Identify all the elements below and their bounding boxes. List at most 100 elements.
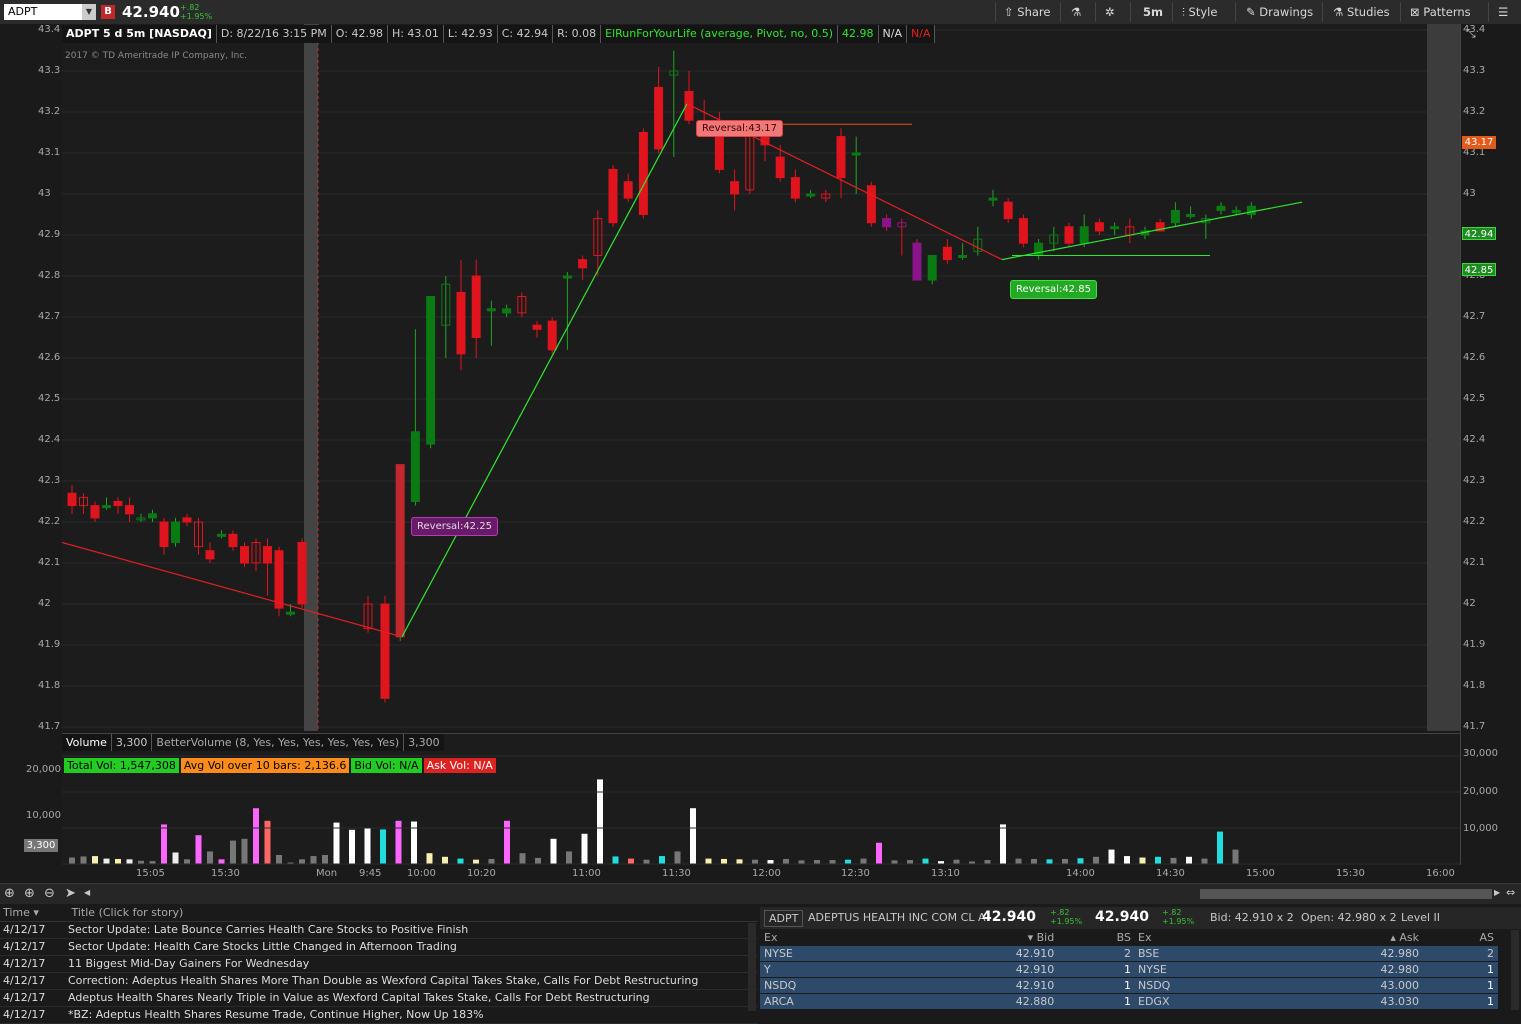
price-axis-label-left: 42 bbox=[38, 598, 51, 609]
asks-row[interactable]: EDGX 43.030 1 bbox=[1134, 993, 1498, 1010]
flask-icon[interactable]: ⚗ bbox=[1071, 4, 1081, 20]
candle-body bbox=[456, 291, 466, 355]
candle-body bbox=[1110, 226, 1120, 230]
bids-header-row: Ex ▾ Bid BS bbox=[760, 930, 1135, 946]
volume-bar bbox=[1000, 824, 1006, 864]
study-label[interactable]: ElRunForYourLife (average, Pivot, no, 0.… bbox=[601, 25, 839, 43]
bids-col-bs[interactable]: BS bbox=[1058, 930, 1135, 946]
bids-size: 1 bbox=[1058, 977, 1135, 994]
candle-body bbox=[113, 501, 123, 507]
gear-icon[interactable]: ✲ bbox=[1105, 4, 1115, 20]
asks-row[interactable]: BSE 42.980 2 bbox=[1134, 945, 1498, 962]
ask-volume: Ask Vol: N/A bbox=[423, 758, 496, 773]
buy-badge[interactable]: B bbox=[101, 5, 115, 19]
asks-col-ex[interactable]: Ex bbox=[1134, 930, 1269, 946]
crosshair-icon[interactable]: ⊕ bbox=[4, 886, 15, 901]
news-row[interactable]: 4/12/17 *BZ: Adeptus Health Shares Resume… bbox=[0, 1007, 758, 1024]
vol-axis-left: 20,000 bbox=[26, 764, 61, 775]
volume-bar bbox=[126, 859, 133, 864]
share-button[interactable]: ⇧ Share bbox=[1004, 4, 1050, 20]
last-price: 42.940 bbox=[122, 3, 180, 21]
candle-body bbox=[1094, 222, 1104, 232]
news-col-time[interactable]: Time ▾ bbox=[0, 905, 62, 921]
bids-row[interactable]: ARCA 42.880 1 bbox=[760, 993, 1135, 1010]
pointer-icon[interactable]: ➤ bbox=[65, 886, 76, 901]
bids-col-bid[interactable]: ▾ Bid bbox=[898, 930, 1059, 946]
scroll-left-icon[interactable]: ◀ bbox=[84, 888, 90, 897]
patterns-button[interactable]: ⊠ Patterns bbox=[1410, 4, 1471, 20]
news-time: 4/12/17 bbox=[3, 957, 46, 970]
zigzag-up-line bbox=[1001, 201, 1303, 261]
after-hours-shade bbox=[1427, 24, 1460, 731]
time-axis-label: 15:30 bbox=[211, 868, 240, 879]
zoom-out-icon[interactable]: ⊖ bbox=[44, 886, 55, 901]
drawings-button[interactable]: ✎ Drawings bbox=[1246, 4, 1313, 20]
volume-bar bbox=[1217, 831, 1223, 864]
level2-asks-table: Ex ▴ Ask AS BSE 42.980 2 NYSE 42.980 1 NSDQ 43.… bbox=[1134, 930, 1498, 1010]
top-toolbar: ADPT ▼ B 42.940 +.82 +1.95% ⇧ Share ⚗ ✲ … bbox=[0, 0, 1521, 25]
symbol-value: ADPT bbox=[8, 5, 38, 18]
timeframe-button[interactable]: 5m bbox=[1143, 4, 1163, 20]
chart-navigation: ⊕ ⊕ ⊖ ➤ ◀ ▶ ⇔ bbox=[0, 883, 1521, 904]
price-axis-label-right: 43.2 bbox=[1463, 106, 1486, 117]
zoom-in-icon[interactable]: ⊕ bbox=[24, 886, 35, 901]
candle-body bbox=[297, 542, 307, 605]
menu-icon[interactable]: ☰ bbox=[1498, 4, 1508, 20]
news-row[interactable]: 4/12/17 Sector Update: Late Bounce Carrie… bbox=[0, 922, 758, 939]
volume-bar bbox=[442, 856, 448, 864]
time-axis-label: 14:00 bbox=[1066, 868, 1095, 879]
news-row[interactable]: 4/12/17 Sector Update: Health Care Stocks… bbox=[0, 939, 758, 956]
level2-symbol[interactable]: ADPT bbox=[764, 910, 804, 927]
expand-horizontal-icon[interactable]: ⇔ bbox=[1506, 886, 1515, 899]
level2-tab[interactable]: Level II bbox=[1401, 911, 1440, 924]
candle-body bbox=[286, 611, 295, 615]
style-button[interactable]: ⫶ Style bbox=[1182, 4, 1217, 20]
scroll-right-icon[interactable]: ▶ bbox=[1494, 888, 1500, 897]
news-row[interactable]: 4/12/17 Correction: Adeptus Health Shares… bbox=[0, 973, 758, 990]
bids-ex: NSDQ bbox=[760, 977, 899, 994]
volume-bar bbox=[364, 828, 371, 864]
level2-scrollbar[interactable] bbox=[1511, 930, 1519, 1010]
volume-pane[interactable] bbox=[62, 733, 1460, 866]
asks-col-as[interactable]: AS bbox=[1423, 930, 1498, 946]
asks-price: 43.000 bbox=[1268, 977, 1424, 994]
toolbar-separator bbox=[1400, 2, 1401, 22]
bids-col-ex[interactable]: Ex bbox=[760, 930, 899, 946]
scrollbar-thumb[interactable] bbox=[1200, 889, 1492, 899]
volume-bar bbox=[488, 858, 495, 864]
price-axis-label-left: 42.8 bbox=[38, 270, 61, 281]
candle-body bbox=[240, 546, 249, 564]
volume-study[interactable]: BetterVolume (8, Yes, Yes, Yes, Yes, Yes… bbox=[152, 734, 405, 751]
volume-stats: Total Vol: 1,547,308 Avg Vol over 10 bar… bbox=[64, 758, 496, 773]
candle-body bbox=[380, 603, 390, 699]
level2-bid-price: 42.940 bbox=[982, 909, 1037, 925]
candle-body bbox=[988, 197, 998, 201]
symbol-input[interactable]: ADPT ▼ bbox=[4, 4, 96, 20]
candle-body bbox=[205, 550, 215, 560]
asks-ex: BSE bbox=[1134, 945, 1269, 962]
asks-row[interactable]: NYSE 42.980 1 bbox=[1134, 961, 1498, 978]
news-title: Adeptus Health Shares Nearly Triple in V… bbox=[68, 991, 650, 1004]
news-scrollbar[interactable] bbox=[748, 923, 756, 1011]
volume-bar bbox=[264, 820, 271, 864]
candle-body bbox=[775, 156, 785, 179]
symbol-dropdown-icon[interactable]: ▼ bbox=[82, 4, 96, 20]
bids-row[interactable]: Y 42.910 1 bbox=[760, 961, 1135, 978]
candle-body bbox=[1079, 226, 1089, 244]
candle-body bbox=[486, 308, 496, 312]
price-axis-label-left: 43.4 bbox=[38, 24, 61, 35]
studies-button[interactable]: ⚗ Studies bbox=[1333, 4, 1390, 20]
news-list: 4/12/17 Sector Update: Late Bounce Carrie… bbox=[0, 922, 758, 1024]
news-col-title[interactable]: Title (Click for story) bbox=[66, 905, 184, 921]
candle-body bbox=[578, 259, 588, 269]
news-row[interactable]: 4/12/17 Adeptus Health Shares Nearly Trip… bbox=[0, 990, 758, 1007]
news-title: Correction: Adeptus Health Shares More T… bbox=[68, 974, 699, 987]
asks-col-ask[interactable]: ▴ Ask bbox=[1268, 930, 1424, 946]
volume-bar bbox=[1124, 856, 1130, 864]
bids-ex: Y bbox=[760, 961, 899, 978]
bids-row[interactable]: NSDQ 42.910 1 bbox=[760, 977, 1135, 994]
candle-body bbox=[806, 193, 816, 197]
asks-row[interactable]: NSDQ 43.000 1 bbox=[1134, 977, 1498, 994]
bids-row[interactable]: NYSE 42.910 2 bbox=[760, 945, 1135, 962]
news-row[interactable]: 4/12/17 11 Biggest Mid-Day Gainers For We… bbox=[0, 956, 758, 973]
